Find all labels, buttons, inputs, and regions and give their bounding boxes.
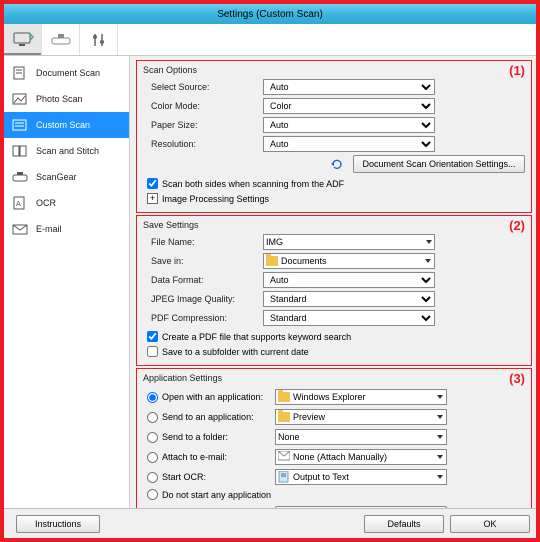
select-source-combo[interactable]: Auto bbox=[263, 79, 435, 95]
top-toolbar bbox=[4, 24, 536, 56]
send-app-combo[interactable]: Preview bbox=[275, 409, 447, 425]
subfolder-checkbox[interactable] bbox=[147, 346, 158, 357]
attach-email-radio[interactable] bbox=[147, 452, 158, 463]
section-title: Application Settings bbox=[143, 373, 525, 383]
send-folder-combo[interactable]: None bbox=[275, 429, 447, 445]
sidebar-item-custom-scan[interactable]: Custom Scan bbox=[4, 112, 129, 138]
save-settings-section: (2) Save Settings File Name: Save in: bbox=[136, 215, 532, 366]
document-icon bbox=[10, 65, 30, 81]
resolution-label: Resolution: bbox=[143, 139, 263, 149]
pdf-keyword-label: Create a PDF file that supports keyword … bbox=[162, 332, 351, 342]
do-not-start-radio[interactable] bbox=[147, 489, 158, 500]
ok-button[interactable]: OK bbox=[450, 515, 530, 533]
callout-1: (1) bbox=[509, 63, 525, 78]
color-mode-label: Color Mode: bbox=[143, 101, 263, 111]
window: Settings (Custom Scan) Document Scan bbox=[0, 0, 540, 542]
both-sides-label: Scan both sides when scanning from the A… bbox=[162, 179, 344, 189]
start-ocr-radio[interactable] bbox=[147, 472, 158, 483]
titlebar: Settings (Custom Scan) bbox=[4, 4, 536, 24]
save-in-label: Save in: bbox=[143, 256, 263, 266]
sidebar-item-scan-and-stitch[interactable]: Scan and Stitch bbox=[4, 138, 129, 164]
tab-scan-from-computer[interactable] bbox=[4, 24, 42, 55]
expand-toggle[interactable]: + bbox=[147, 193, 158, 204]
data-format-combo[interactable]: Auto bbox=[263, 272, 435, 288]
instructions-button[interactable]: Instructions bbox=[16, 515, 100, 533]
sidebar-item-label: ScanGear bbox=[36, 172, 77, 182]
photo-icon bbox=[10, 91, 30, 107]
pdf-compression-combo[interactable]: Standard bbox=[263, 310, 435, 326]
scangear-icon bbox=[10, 169, 30, 185]
ocr-icon: A bbox=[10, 195, 30, 211]
start-ocr-combo[interactable]: Output to Text bbox=[275, 469, 447, 485]
data-format-label: Data Format: bbox=[143, 275, 263, 285]
footer: Instructions Defaults OK bbox=[4, 508, 536, 538]
scan-options-section: (1) Scan Options Select Source: Auto Col… bbox=[136, 60, 532, 213]
resolution-combo[interactable]: Auto bbox=[263, 136, 435, 152]
send-app-radio[interactable] bbox=[147, 412, 158, 423]
svg-text:A: A bbox=[16, 201, 21, 208]
sidebar-item-ocr[interactable]: A OCR bbox=[4, 190, 129, 216]
reset-icon[interactable] bbox=[329, 157, 345, 171]
open-with-radio[interactable] bbox=[147, 392, 158, 403]
attach-email-label: Attach to e-mail: bbox=[162, 452, 227, 462]
pdf-compression-label: PDF Compression: bbox=[143, 313, 263, 323]
paper-size-label: Paper Size: bbox=[143, 120, 263, 130]
jpeg-quality-label: JPEG Image Quality: bbox=[143, 294, 263, 304]
sidebar-item-label: E-mail bbox=[36, 224, 62, 234]
defaults-button[interactable]: Defaults bbox=[364, 515, 444, 533]
sidebar-item-label: Custom Scan bbox=[36, 120, 90, 130]
select-source-label: Select Source: bbox=[143, 82, 263, 92]
color-mode-combo[interactable]: Color bbox=[263, 98, 435, 114]
file-name-input[interactable] bbox=[263, 234, 435, 250]
section-title: Scan Options bbox=[143, 65, 525, 75]
sliders-icon bbox=[90, 32, 108, 48]
send-folder-label: Send to a folder: bbox=[162, 432, 228, 442]
tab-general-settings[interactable] bbox=[80, 24, 118, 55]
stitch-icon bbox=[10, 143, 30, 159]
callout-2: (2) bbox=[509, 218, 525, 233]
more-functions-button[interactable]: More Functions bbox=[275, 506, 447, 508]
sidebar-item-photo-scan[interactable]: Photo Scan bbox=[4, 86, 129, 112]
sidebar-item-email[interactable]: E-mail bbox=[4, 216, 129, 242]
send-app-label: Send to an application: bbox=[162, 412, 254, 422]
image-processing-label: Image Processing Settings bbox=[162, 194, 269, 204]
both-sides-checkbox[interactable] bbox=[147, 178, 158, 189]
pdf-keyword-checkbox[interactable] bbox=[147, 331, 158, 342]
sidebar-item-label: Document Scan bbox=[36, 68, 100, 78]
paper-size-combo[interactable]: Auto bbox=[263, 117, 435, 133]
attach-email-combo[interactable]: None (Attach Manually) bbox=[275, 449, 447, 465]
save-in-combo[interactable]: Documents bbox=[263, 253, 435, 269]
section-title: Save Settings bbox=[143, 220, 525, 230]
subfolder-label: Save to a subfolder with current date bbox=[162, 347, 309, 357]
do-not-start-label: Do not start any application bbox=[162, 490, 271, 500]
open-with-label: Open with an application: bbox=[162, 392, 263, 402]
mail-icon bbox=[278, 451, 290, 463]
sidebar-item-label: OCR bbox=[36, 198, 56, 208]
callout-3: (3) bbox=[509, 371, 525, 386]
sidebar-item-label: Photo Scan bbox=[36, 94, 83, 104]
email-icon bbox=[10, 221, 30, 237]
scanner-icon bbox=[50, 32, 72, 48]
orientation-settings-button[interactable]: Document Scan Orientation Settings... bbox=[353, 155, 525, 173]
sidebar-item-document-scan[interactable]: Document Scan bbox=[4, 60, 129, 86]
folder-icon bbox=[266, 256, 278, 266]
open-with-combo[interactable]: Windows Explorer bbox=[275, 389, 447, 405]
file-name-label: File Name: bbox=[143, 237, 263, 247]
sidebar: Document Scan Photo Scan Custom Scan Sca… bbox=[4, 56, 130, 508]
application-settings-section: (3) Application Settings Open with an ap… bbox=[136, 368, 532, 508]
start-ocr-label: Start OCR: bbox=[162, 472, 206, 482]
tab-scan-from-panel[interactable] bbox=[42, 24, 80, 55]
sidebar-item-label: Scan and Stitch bbox=[36, 146, 99, 156]
folder-icon bbox=[278, 392, 290, 402]
sidebar-item-scangear[interactable]: ScanGear bbox=[4, 164, 129, 190]
send-folder-radio[interactable] bbox=[147, 432, 158, 443]
monitor-icon bbox=[12, 32, 34, 48]
window-title: Settings (Custom Scan) bbox=[217, 9, 323, 20]
jpeg-quality-combo[interactable]: Standard bbox=[263, 291, 435, 307]
folder-icon bbox=[278, 412, 290, 422]
chevron-down-icon[interactable] bbox=[426, 240, 432, 244]
custom-icon bbox=[10, 117, 30, 133]
text-file-icon bbox=[278, 471, 290, 483]
content-pane: (1) Scan Options Select Source: Auto Col… bbox=[130, 56, 536, 508]
